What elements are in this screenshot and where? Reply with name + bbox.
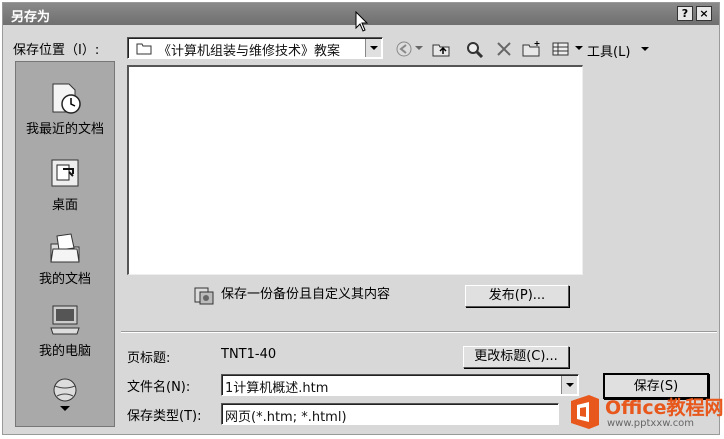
- save-copy-text[interactable]: 保存一份备份且自定义其内容: [221, 283, 390, 302]
- office-logo-icon: [571, 395, 599, 429]
- filetype-dropdown[interactable]: 网页(*.htm; *.html): [221, 403, 559, 425]
- location-value: 《计算机组装与维修技术》教案: [158, 44, 341, 59]
- place-recent-documents[interactable]: 我最近的文档: [16, 80, 114, 137]
- save-as-dialog: 另存为 ? × 保存位置（I）: 《计算机组装与维修技术》教案 工具(L) 我最…: [2, 2, 724, 437]
- page-title-label: 页标题:: [127, 351, 171, 366]
- network-places-icon: [53, 378, 77, 402]
- watermark: Office教程网 www.pptxxw.com: [565, 389, 724, 437]
- place-label: 我最近的文档: [25, 122, 104, 137]
- filetype-label: 保存类型(T):: [127, 409, 202, 424]
- location-label: 保存位置（I）:: [13, 43, 100, 58]
- back-dropdown-icon[interactable]: [415, 46, 423, 52]
- divider: [121, 331, 717, 333]
- place-label: 桌面: [51, 198, 78, 213]
- place-my-documents[interactable]: 我的文档: [16, 230, 114, 287]
- filename-value: 1计算机概述.htm: [225, 381, 329, 396]
- dialog-title: 另存为: [11, 10, 51, 25]
- my-computer-icon: [50, 305, 80, 335]
- scroll-down-icon[interactable]: [60, 406, 70, 412]
- folder-icon: [136, 43, 152, 55]
- watermark-brand: Office教程网: [605, 397, 724, 419]
- desktop-icon: [51, 159, 79, 187]
- tools-dropdown-icon[interactable]: [641, 47, 649, 53]
- page-title-value: TNT1-40: [221, 347, 277, 362]
- watermark-url: www.pptxxw.com: [607, 418, 695, 429]
- back-icon[interactable]: [395, 40, 413, 58]
- views-icon[interactable]: [551, 40, 571, 58]
- recent-documents-icon: [52, 83, 81, 114]
- views-dropdown-icon[interactable]: [575, 46, 583, 52]
- tools-menu[interactable]: 工具(L): [587, 41, 630, 60]
- filename-input[interactable]: 1计算机概述.htm: [221, 374, 579, 396]
- close-button[interactable]: ×: [696, 6, 712, 21]
- search-web-icon[interactable]: [465, 40, 485, 58]
- places-bar: 我最近的文档 桌面 我的文档 我的电脑: [15, 61, 115, 427]
- file-list[interactable]: [127, 65, 583, 275]
- chevron-down-icon[interactable]: [365, 39, 381, 57]
- filename-label: 文件名(N):: [127, 380, 191, 395]
- place-my-computer[interactable]: 我的电脑: [16, 302, 114, 359]
- place-desktop[interactable]: 桌面: [16, 156, 114, 213]
- up-folder-icon[interactable]: [431, 40, 451, 58]
- help-button[interactable]: ?: [677, 6, 693, 21]
- new-folder-icon[interactable]: [521, 40, 543, 58]
- location-dropdown[interactable]: 《计算机组装与维修技术》教案: [127, 37, 383, 59]
- place-label: 我的电脑: [38, 344, 91, 359]
- place-network[interactable]: [16, 376, 114, 412]
- place-label: 我的文档: [38, 272, 91, 287]
- my-documents-icon: [50, 233, 80, 263]
- change-title-button[interactable]: 更改标题(C)...: [463, 346, 569, 368]
- mouse-cursor-icon: [355, 11, 369, 32]
- delete-icon[interactable]: [495, 40, 513, 58]
- filetype-value: 网页(*.htm; *.html): [225, 410, 347, 425]
- save-copy-icon: [194, 287, 214, 305]
- publish-button[interactable]: 发布(P)...: [465, 285, 569, 307]
